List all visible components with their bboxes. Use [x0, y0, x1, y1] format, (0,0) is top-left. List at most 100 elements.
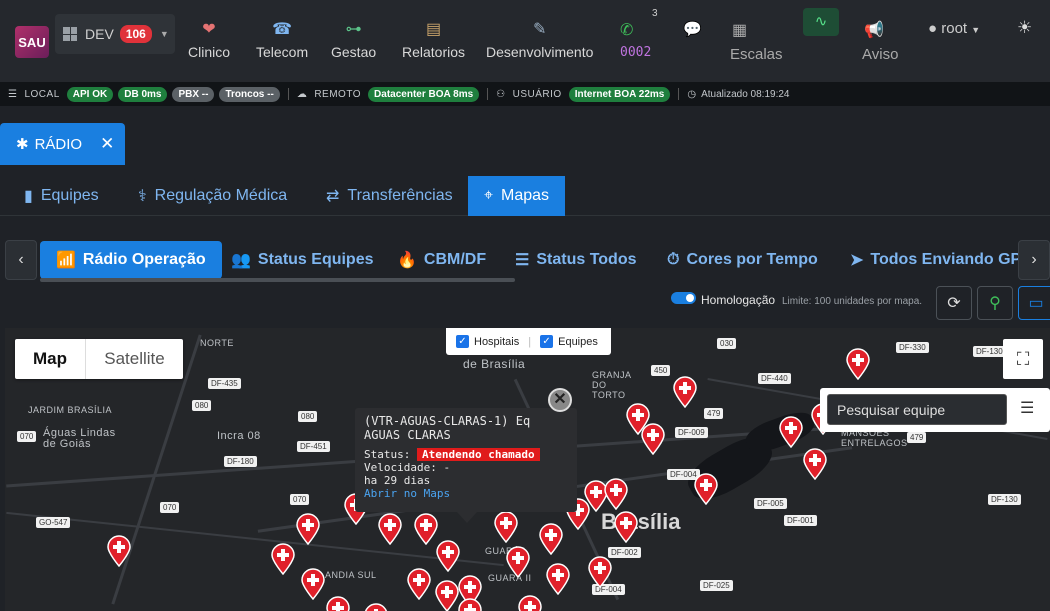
popup-close-button[interactable]: ✕	[548, 388, 572, 412]
pbx-status-badge: PBX --	[172, 86, 215, 102]
route-shield: 080	[298, 411, 318, 422]
chip-scrollbar[interactable]	[40, 278, 515, 282]
tab-regulacao-medica[interactable]: ⚕ Regulação Médica	[138, 176, 287, 216]
tab-mapas[interactable]: ⌖ Mapas	[468, 176, 566, 216]
cloud-icon: ☁	[296, 88, 308, 100]
divider	[287, 88, 289, 100]
hospital-pin-icon[interactable]	[802, 448, 828, 481]
hospital-pin-icon[interactable]	[640, 423, 666, 456]
route-shield: DF-451	[297, 441, 330, 452]
route-button[interactable]: ⚲	[977, 286, 1013, 320]
nav-relatorios[interactable]: ▤ Relatorios	[402, 20, 465, 60]
chat-icon[interactable]: 💬	[683, 20, 702, 38]
user-name: root	[941, 20, 968, 37]
route-shield: 070	[160, 502, 180, 513]
scroll-left-button[interactable]: ‹	[5, 240, 37, 280]
hospital-pin-icon[interactable]	[295, 513, 321, 546]
nav-telecom-label: Telecom	[256, 44, 309, 60]
hospital-pin-icon[interactable]	[363, 603, 389, 611]
hospital-pin-icon[interactable]	[406, 568, 432, 601]
chip-gps-label: Todos Enviando GPS	[870, 251, 1032, 268]
windows-icon	[63, 27, 77, 41]
open-in-maps-link[interactable]: Abrir no Maps	[364, 487, 568, 500]
hospital-pin-icon[interactable]	[672, 376, 698, 409]
route-shield: DF-440	[758, 373, 791, 384]
homologacao-toggle[interactable]	[671, 292, 696, 304]
equipes-checkbox[interactable]: ✓	[540, 335, 554, 348]
nav-desenvolvimento[interactable]: ✎ Desenvolvimento	[486, 20, 593, 60]
sitemap-icon: ⊶	[345, 21, 362, 38]
nav-clinico[interactable]: ❤ Clinico	[188, 20, 230, 60]
sun-icon[interactable]: ☀	[1017, 18, 1032, 38]
antenna-icon: 📶	[56, 252, 76, 269]
refresh-button[interactable]: ⟳	[936, 286, 972, 320]
hospital-pin-icon[interactable]	[845, 348, 871, 381]
tab-equipes[interactable]: ▮ Equipes	[24, 176, 99, 216]
monitor-button[interactable]: ▭	[1018, 286, 1050, 320]
route-shield: 479	[704, 408, 724, 419]
hospital-pin-icon[interactable]	[603, 478, 629, 511]
wrench-icon: ✎	[532, 21, 547, 38]
map-view[interactable]: NORTE de Brasília GRANJA DO TORTO JARDIM…	[5, 328, 1050, 611]
env-label: DEV	[85, 26, 114, 42]
chip-cores-por-tempo[interactable]: ⏱ Cores por Tempo	[667, 241, 818, 279]
hospital-pin-icon[interactable]	[493, 511, 519, 544]
chip-status-todos[interactable]: ☰ Status Todos	[515, 241, 637, 279]
hospital-pin-icon[interactable]	[587, 556, 613, 589]
internet-status-badge: Internet BOA 22ms	[568, 86, 671, 102]
route-shield: DF-130	[973, 346, 1006, 357]
nav-escalas-label: Escalas	[730, 46, 783, 63]
db-status-badge: DB 0ms	[118, 86, 168, 102]
scroll-right-button[interactable]: ›	[1018, 240, 1050, 280]
hospital-pin-icon[interactable]	[270, 543, 296, 576]
tab-radio[interactable]: ✱ RÁDIO ✕	[0, 123, 125, 165]
radio-icon: ✱	[16, 136, 29, 153]
environment-selector[interactable]: DEV 106 ▼	[55, 14, 175, 54]
route-shield: 080	[192, 400, 212, 411]
hospitais-checkbox[interactable]: ✓	[456, 335, 469, 348]
tab-transferencias[interactable]: ⇄ Transferências	[326, 176, 453, 216]
hospital-pin-icon[interactable]	[325, 596, 351, 611]
route-shield: DF-025	[700, 580, 733, 591]
heartbeat-icon: ∿	[814, 13, 828, 30]
route-shield: DF-005	[754, 498, 787, 509]
close-icon[interactable]: ✕	[100, 134, 114, 154]
user-menu[interactable]: ● root ▼	[928, 20, 980, 37]
fullscreen-button[interactable]: ⛶	[1003, 339, 1043, 379]
users-icon: 👥	[231, 252, 251, 269]
hospital-pin-icon[interactable]	[538, 523, 564, 556]
tab-transferencias-label: Transferências	[347, 187, 453, 204]
nav-aviso[interactable]: 📢 Aviso	[862, 20, 898, 63]
nav-telecom[interactable]: ☎ Telecom	[256, 20, 308, 60]
hospital-pin-icon[interactable]	[613, 511, 639, 544]
pulse-monitor-button[interactable]: ∿	[803, 8, 839, 36]
app-logo[interactable]: SAU	[15, 26, 49, 58]
monitor-icon: ▭	[1028, 295, 1044, 312]
phone-icon[interactable]: ✆	[620, 20, 633, 40]
hospital-pin-icon[interactable]	[435, 540, 461, 573]
hospital-pin-icon[interactable]	[300, 568, 326, 601]
hospital-pin-icon[interactable]	[457, 598, 483, 611]
chip-cbm-df[interactable]: 🔥 CBM/DF	[397, 241, 486, 279]
env-badge: 106	[119, 25, 152, 43]
hospital-pin-icon[interactable]	[693, 473, 719, 506]
route-shield: DF-009	[675, 427, 708, 438]
user-icon: ●	[928, 20, 938, 37]
hospital-pin-icon[interactable]	[505, 546, 531, 579]
search-equipe-input[interactable]: Pesquisar equipe	[827, 394, 1007, 425]
map-type-map-button[interactable]: Map	[15, 339, 85, 379]
chip-status-equipes[interactable]: 👥 Status Equipes	[231, 241, 374, 279]
hospital-pin-icon[interactable]	[545, 563, 571, 596]
list-icon[interactable]: ☰	[1020, 398, 1034, 418]
map-type-satellite-button[interactable]: Satellite	[85, 339, 183, 379]
hospital-pin-icon[interactable]	[377, 513, 403, 546]
route-shield: DF-435	[208, 378, 241, 389]
hospital-pin-icon[interactable]	[778, 416, 804, 449]
nav-escalas[interactable]: ▦ Escalas	[730, 20, 783, 63]
hospital-pin-icon[interactable]	[106, 535, 132, 568]
nav-gestao[interactable]: ⊶ Gestao	[331, 20, 376, 60]
route-shield: DF-130	[988, 494, 1021, 505]
chip-todos-enviando-gps[interactable]: ➤ Todos Enviando GPS	[850, 241, 1032, 279]
hospital-pin-icon[interactable]	[517, 595, 543, 611]
chip-radio-operacao[interactable]: 📶 Rádio Operação	[40, 241, 222, 279]
